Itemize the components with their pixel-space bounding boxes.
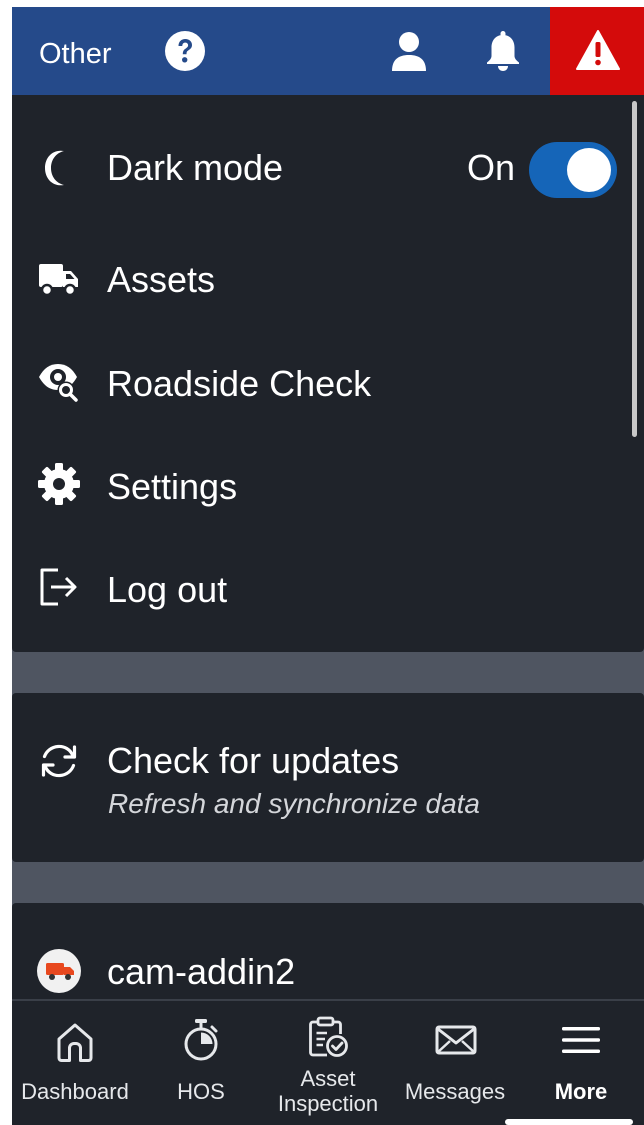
menu-scrollbar[interactable] — [632, 101, 637, 437]
moon-icon — [45, 150, 64, 186]
roadside-check-label: Roadside Check — [107, 363, 372, 404]
menu-item-assets[interactable]: Assets — [12, 232, 624, 332]
stopwatch-icon — [184, 1019, 218, 1061]
eye-search-icon — [39, 364, 78, 402]
nav-more-label: More — [554, 1079, 608, 1104]
alert-button[interactable] — [550, 7, 644, 95]
bottom-nav: Dashboard HOS Asset Inspection Messages … — [12, 999, 644, 1125]
nav-asset-inspection[interactable]: Asset Inspection — [264, 1001, 392, 1125]
dark-mode-toggle[interactable] — [529, 142, 617, 198]
gear-icon — [38, 463, 80, 505]
nav-dashboard[interactable]: Dashboard — [12, 1001, 138, 1125]
settings-label: Settings — [107, 466, 238, 507]
nav-asset-inspection-label: Asset Inspection — [264, 1066, 392, 1116]
check-updates-subtitle: Refresh and synchronize data — [108, 788, 480, 819]
menu-item-roadside-check[interactable]: Roadside Check — [12, 334, 624, 434]
dark-mode-state: On — [467, 147, 516, 188]
truck-icon — [39, 264, 78, 297]
app-frame: Other Dark mode On Assets Roadside Check… — [12, 7, 644, 1125]
clipboard-check-icon — [309, 1016, 348, 1057]
nav-messages-label: Messages — [404, 1079, 506, 1104]
top-header: Other — [12, 7, 644, 95]
addin-label: cam-addin2 — [107, 951, 296, 992]
warning-icon — [576, 30, 620, 70]
nav-hos-label: HOS — [177, 1079, 225, 1104]
dark-mode-row: Dark mode On — [12, 120, 624, 220]
check-updates-card[interactable]: Check for updates Refresh and synchroniz… — [12, 693, 644, 862]
dark-mode-label: Dark mode — [107, 147, 284, 188]
assets-label: Assets — [107, 259, 216, 300]
home-indicator — [505, 1119, 633, 1125]
menu-item-log-out[interactable]: Log out — [12, 540, 624, 640]
nav-more[interactable]: More — [518, 1001, 644, 1125]
settings-menu-card: Dark mode On Assets Roadside Check Setti… — [12, 95, 644, 652]
help-icon[interactable] — [163, 29, 207, 73]
envelope-icon — [435, 1025, 477, 1055]
log-out-label: Log out — [107, 569, 228, 610]
nav-asset-inspection-line2: Inspection — [277, 1091, 379, 1116]
nav-asset-inspection-line1: Asset — [300, 1066, 356, 1091]
check-updates-title: Check for updates — [107, 740, 400, 781]
nav-dashboard-label: Dashboard — [21, 1079, 129, 1104]
page-title: Other — [39, 38, 112, 70]
logout-icon — [40, 568, 77, 606]
home-icon — [57, 1023, 93, 1062]
toggle-knob — [567, 148, 611, 192]
nav-hos[interactable]: HOS — [138, 1001, 264, 1125]
refresh-icon — [41, 744, 77, 778]
user-icon[interactable] — [388, 31, 430, 73]
menu-item-settings[interactable]: Settings — [12, 437, 624, 537]
nav-messages[interactable]: Messages — [392, 1001, 518, 1125]
bell-icon[interactable] — [482, 29, 524, 73]
truck-badge-icon — [37, 949, 81, 993]
hamburger-icon — [562, 1027, 600, 1053]
